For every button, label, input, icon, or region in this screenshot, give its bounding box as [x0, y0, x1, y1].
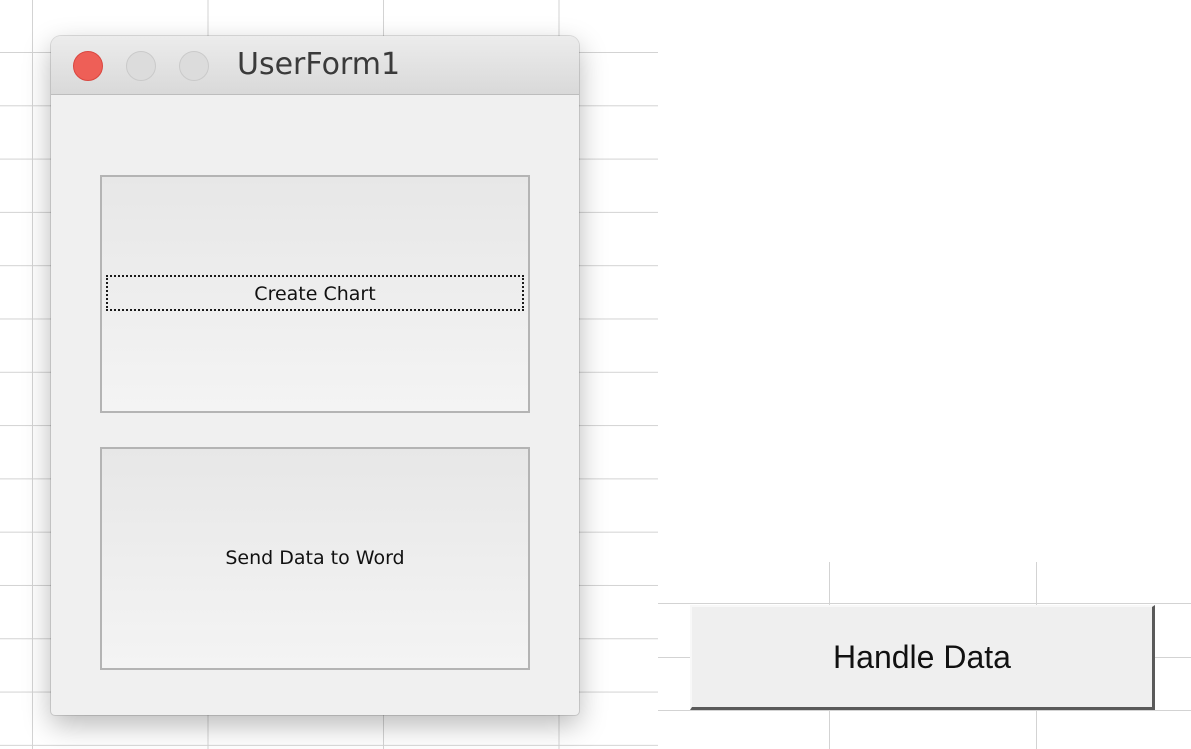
window-titlebar[interactable]: UserForm1	[51, 36, 579, 95]
minimize-icon[interactable]	[126, 51, 156, 81]
handle-data-label: Handle Data	[833, 639, 1011, 675]
spreadsheet-stage: UserForm1 Create Chart Send Data to Word…	[0, 0, 1191, 749]
create-chart-button[interactable]: Create Chart	[100, 175, 530, 413]
send-data-to-word-label: Send Data to Word	[225, 547, 405, 569]
close-icon[interactable]	[73, 51, 103, 81]
handle-data-button[interactable]: Handle Data	[690, 605, 1155, 710]
gridline	[658, 710, 1191, 711]
zoom-icon[interactable]	[179, 51, 209, 81]
userform-window: UserForm1 Create Chart Send Data to Word	[51, 36, 579, 715]
create-chart-label: Create Chart	[254, 283, 376, 305]
window-title: UserForm1	[237, 47, 401, 82]
send-data-to-word-button[interactable]: Send Data to Word	[100, 447, 530, 670]
gridline	[658, 603, 1191, 604]
